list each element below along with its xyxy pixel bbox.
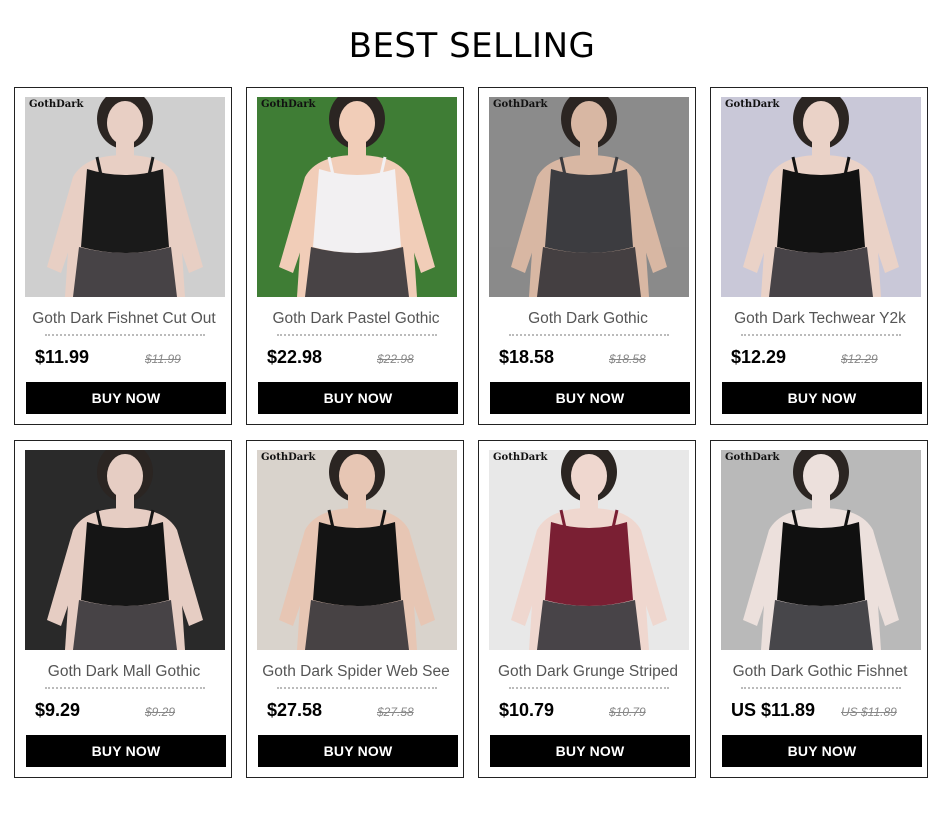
product-original-price: $11.99 <box>145 352 181 366</box>
product-name-overflow <box>509 332 669 336</box>
product-original-price: US $11.89 <box>841 705 897 719</box>
product-original-price: $27.58 <box>377 705 414 719</box>
product-name[interactable]: Goth Dark Mall Gothic <box>21 663 227 685</box>
buy-now-button[interactable]: BUY NOW <box>258 735 458 767</box>
product-image[interactable]: GothDark <box>721 450 921 650</box>
product-card[interactable]: GothDark Goth Dark Gothic $18.58 $18.58 BUY … <box>478 87 696 425</box>
product-price: US $11.89 <box>731 700 816 720</box>
product-price: $9.29 <box>35 700 81 720</box>
buy-now-button[interactable]: BUY NOW <box>490 382 690 414</box>
product-name[interactable]: Goth Dark Pastel Gothic <box>253 310 459 332</box>
brand-watermark: GothDark <box>261 99 316 110</box>
product-image[interactable]: GothDark <box>721 97 921 297</box>
brand-watermark: GothDark <box>725 452 780 463</box>
product-card[interactable]: GothDark Goth Dark Fishnet Cut Out $11.99 $… <box>14 87 232 425</box>
product-price: $11.99 <box>35 347 90 367</box>
product-price: $27.58 <box>267 700 323 720</box>
product-name-overflow <box>741 332 901 336</box>
product-image[interactable]: GothDark <box>489 97 689 297</box>
brand-watermark: GothDark <box>493 452 548 463</box>
product-card[interactable]: GothDark Goth Dark Techwear Y2k $12.29 $12.… <box>710 87 928 425</box>
section-title: BEST SELLING <box>348 26 596 66</box>
buy-now-button[interactable]: BUY NOW <box>722 382 922 414</box>
product-card[interactable]: GothDark Goth Dark Pastel Gothic $22.98 $22… <box>246 87 464 425</box>
product-name[interactable]: Goth Dark Gothic <box>485 310 691 332</box>
product-original-price: $22.98 <box>377 352 414 366</box>
product-name-overflow <box>45 685 205 689</box>
product-original-price: $10.79 <box>609 705 646 719</box>
product-name[interactable]: Goth Dark Grunge Striped <box>485 663 691 685</box>
product-image[interactable]: GothDark <box>257 450 457 650</box>
product-name-overflow <box>45 332 205 336</box>
brand-watermark: GothDark <box>261 452 316 463</box>
product-price: $22.98 <box>267 347 323 367</box>
product-original-price: $12.29 <box>841 352 878 366</box>
product-price: $10.79 <box>499 700 555 720</box>
product-image[interactable] <box>25 450 225 650</box>
brand-watermark: GothDark <box>725 99 780 110</box>
product-card[interactable]: GothDark Goth Dark Gothic Fishnet US $11.8… <box>710 440 928 778</box>
buy-now-button[interactable]: BUY NOW <box>258 382 458 414</box>
buy-now-button[interactable]: BUY NOW <box>26 382 226 414</box>
product-name-overflow <box>277 685 437 689</box>
product-card[interactable]: GothDark Goth Dark Grunge Striped $10.79 $1… <box>478 440 696 778</box>
product-name[interactable]: Goth Dark Techwear Y2k <box>717 310 923 332</box>
product-name[interactable]: Goth Dark Spider Web See <box>253 663 459 685</box>
product-original-price: $9.29 <box>145 705 176 719</box>
product-original-price: $18.58 <box>609 352 646 366</box>
buy-now-button[interactable]: BUY NOW <box>722 735 922 767</box>
buy-now-button[interactable]: BUY NOW <box>26 735 226 767</box>
product-name-overflow <box>741 685 901 689</box>
product-name[interactable]: Goth Dark Gothic Fishnet <box>717 663 923 685</box>
product-card[interactable]: Goth Dark Mall Gothic $9.29 $9.29 BUY NOW <box>14 440 232 778</box>
brand-watermark: GothDark <box>29 99 84 110</box>
product-card[interactable]: GothDark Goth Dark Spider Web See $27.58 $2… <box>246 440 464 778</box>
brand-watermark: GothDark <box>493 99 548 110</box>
product-name-overflow <box>277 332 437 336</box>
product-price: $18.58 <box>499 347 555 367</box>
product-name[interactable]: Goth Dark Fishnet Cut Out <box>21 310 227 332</box>
buy-now-button[interactable]: BUY NOW <box>490 735 690 767</box>
product-image[interactable]: GothDark <box>257 97 457 297</box>
product-name-overflow <box>509 685 669 689</box>
product-image[interactable]: GothDark <box>489 450 689 650</box>
product-price: $12.29 <box>731 347 787 367</box>
product-image[interactable]: GothDark <box>25 97 225 297</box>
